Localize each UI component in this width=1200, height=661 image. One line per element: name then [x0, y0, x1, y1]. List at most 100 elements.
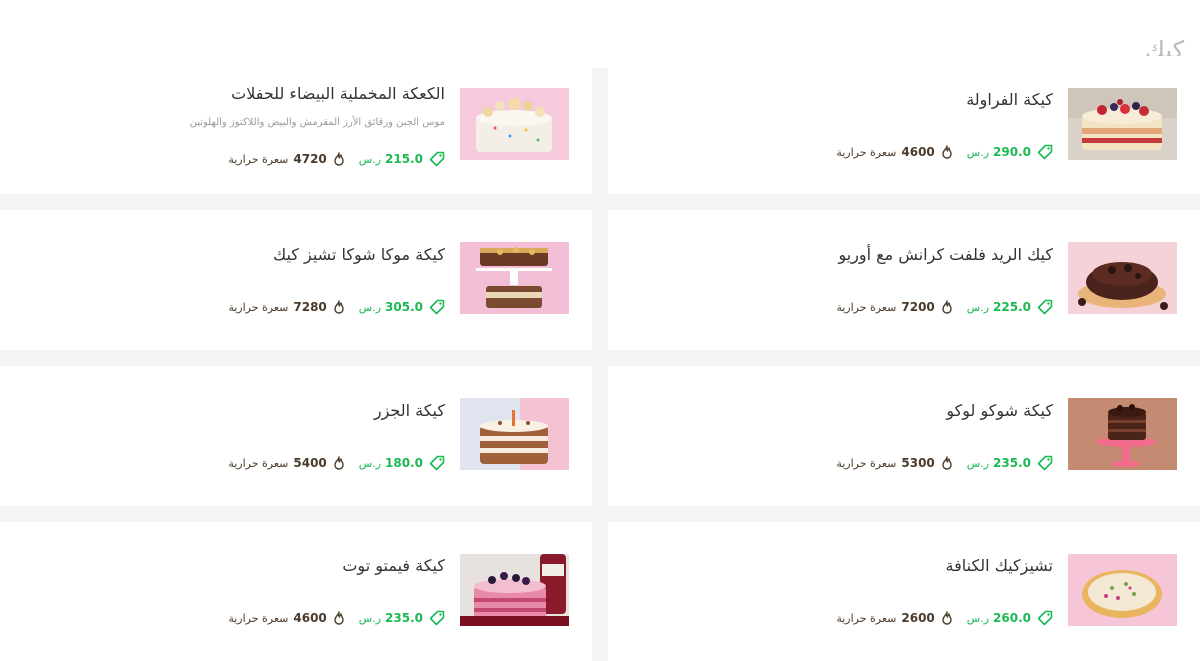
calories-label: سعرة حرارية — [836, 611, 897, 625]
product-card[interactable]: كيكة الفراولة 290.0 ر.س 4600 سعرة حرارية — [608, 56, 1200, 194]
product-name: كيكة فيمتو توت — [342, 556, 445, 575]
product-meta: 260.0 ر.س 2600 سعرة حرارية — [836, 610, 1053, 626]
calories: 4720 سعرة حرارية — [228, 152, 344, 166]
product-image-red-velvet-oreo-cake — [1068, 242, 1177, 314]
tag-icon — [429, 610, 445, 626]
price-value: 290.0 — [993, 145, 1031, 159]
product-name: تشيزكيك الكنافة — [945, 556, 1053, 575]
product-card[interactable]: كيكة الجزر 180.0 ر.س 5400 سعرة حرارية — [0, 366, 592, 506]
tag-icon — [429, 299, 445, 315]
price: 290.0 ر.س — [967, 144, 1053, 160]
calories: 2600 سعرة حرارية — [836, 611, 952, 625]
calories-label: سعرة حرارية — [836, 145, 897, 159]
flame-icon — [334, 152, 344, 166]
flame-icon — [334, 456, 344, 470]
price-value: 260.0 — [993, 611, 1031, 625]
product-name: كيكة الجزر — [373, 401, 445, 420]
currency: ر.س — [966, 456, 990, 470]
tag-icon — [1037, 144, 1053, 160]
product-card[interactable]: كيكة موكا شوكا تشيز كيك 305.0 ر.س 7280 س… — [0, 210, 592, 350]
product-name: كيك الريد فلفت كرانش مع أوريو — [838, 245, 1053, 264]
calories-label: سعرة حرارية — [228, 611, 289, 625]
product-description: موس الجبن ورقائق الأرز المقرمش والبيض وا… — [189, 117, 445, 128]
price: 225.0 ر.س — [967, 299, 1053, 315]
flame-icon — [942, 300, 952, 314]
product-meta: 235.0 ر.س 4600 سعرة حرارية — [228, 610, 445, 626]
calories: 4600 سعرة حرارية — [836, 145, 952, 159]
price: 305.0 ر.س — [359, 299, 445, 315]
price-value: 215.0 — [385, 152, 423, 166]
product-image-carrot-cake — [460, 398, 569, 470]
product-image-mocha-cheesecake — [460, 242, 569, 314]
calories: 7200 سعرة حرارية — [836, 300, 952, 314]
flame-icon — [334, 611, 344, 625]
calories-value: 2600 — [901, 611, 935, 625]
product-image-vimto-berry-cake — [460, 554, 569, 626]
product-card[interactable]: كيكة فيمتو توت 235.0 ر.س 4600 سعرة حراري… — [0, 522, 592, 661]
product-card[interactable]: كيكة شوكو لوكو 235.0 ر.س 5300 سعرة حراري… — [608, 366, 1200, 506]
product-meta: 215.0 ر.س 4720 سعرة حرارية — [228, 151, 445, 167]
currency: ر.س — [966, 611, 990, 625]
calories-value: 7200 — [901, 300, 935, 314]
calories-value: 4600 — [293, 611, 327, 625]
price: 235.0 ر.س — [359, 610, 445, 626]
product-image-white-velvet-cake — [460, 88, 569, 160]
tag-icon — [1037, 299, 1053, 315]
calories: 4600 سعرة حرارية — [228, 611, 344, 625]
calories-value: 4720 — [293, 152, 327, 166]
product-meta: 305.0 ر.س 7280 سعرة حرارية — [228, 299, 445, 315]
product-card[interactable]: كيك الريد فلفت كرانش مع أوريو 225.0 ر.س … — [608, 210, 1200, 350]
top-bar — [0, 0, 1200, 34]
flame-icon — [942, 456, 952, 470]
calories-value: 5300 — [901, 456, 935, 470]
currency: ر.س — [358, 456, 382, 470]
product-meta: 225.0 ر.س 7200 سعرة حرارية — [836, 299, 1053, 315]
price-value: 225.0 — [993, 300, 1031, 314]
currency: ر.س — [358, 152, 382, 166]
calories: 7280 سعرة حرارية — [228, 300, 344, 314]
product-image-choco-loco-cake — [1068, 398, 1177, 470]
flame-icon — [942, 611, 952, 625]
product-image-strawberry-cake — [1068, 88, 1177, 160]
currency: ر.س — [966, 145, 990, 159]
product-name: كيكة موكا شوكا تشيز كيك — [272, 245, 445, 264]
product-meta: 290.0 ر.س 4600 سعرة حرارية — [836, 144, 1053, 160]
product-card[interactable]: تشيزكيك الكنافة 260.0 ر.س 2600 سعرة حرار… — [608, 522, 1200, 661]
product-meta: 180.0 ر.س 5400 سعرة حرارية — [228, 455, 445, 471]
tag-icon — [429, 151, 445, 167]
price: 215.0 ر.س — [359, 151, 445, 167]
product-name: كيكة الفراولة — [966, 90, 1053, 109]
tag-icon — [1037, 455, 1053, 471]
calories-value: 5400 — [293, 456, 327, 470]
price: 180.0 ر.س — [359, 455, 445, 471]
price-value: 305.0 — [385, 300, 423, 314]
calories-value: 7280 — [293, 300, 327, 314]
currency: ر.س — [966, 300, 990, 314]
product-grid: كيكة الفراولة 290.0 ر.س 4600 سعرة حرارية — [0, 56, 1200, 661]
calories-label: سعرة حرارية — [228, 300, 289, 314]
flame-icon — [334, 300, 344, 314]
calories-label: سعرة حرارية — [836, 456, 897, 470]
tag-icon — [1037, 610, 1053, 626]
price: 260.0 ر.س — [967, 610, 1053, 626]
price-value: 235.0 — [993, 456, 1031, 470]
price: 235.0 ر.س — [967, 455, 1053, 471]
flame-icon — [942, 145, 952, 159]
menu-page: كيك كيكة الفراولة 290.0 ر.س 4600 سعرة حر… — [0, 0, 1200, 661]
currency: ر.س — [358, 300, 382, 314]
product-name: كيكة شوكو لوكو — [946, 401, 1053, 420]
calories: 5300 سعرة حرارية — [836, 456, 952, 470]
tag-icon — [429, 455, 445, 471]
calories-label: سعرة حرارية — [228, 456, 289, 470]
product-meta: 235.0 ر.س 5300 سعرة حرارية — [836, 455, 1053, 471]
calories-label: سعرة حرارية — [228, 152, 289, 166]
price-value: 235.0 — [385, 611, 423, 625]
product-name: الكعكة المخملية البيضاء للحفلات — [231, 84, 445, 103]
product-card[interactable]: الكعكة المخملية البيضاء للحفلات موس الجب… — [0, 56, 592, 194]
currency: ر.س — [358, 611, 382, 625]
product-image-kunafa-cheesecake — [1068, 554, 1177, 626]
price-value: 180.0 — [385, 456, 423, 470]
calories-label: سعرة حرارية — [836, 300, 897, 314]
calories-value: 4600 — [901, 145, 935, 159]
calories: 5400 سعرة حرارية — [228, 456, 344, 470]
